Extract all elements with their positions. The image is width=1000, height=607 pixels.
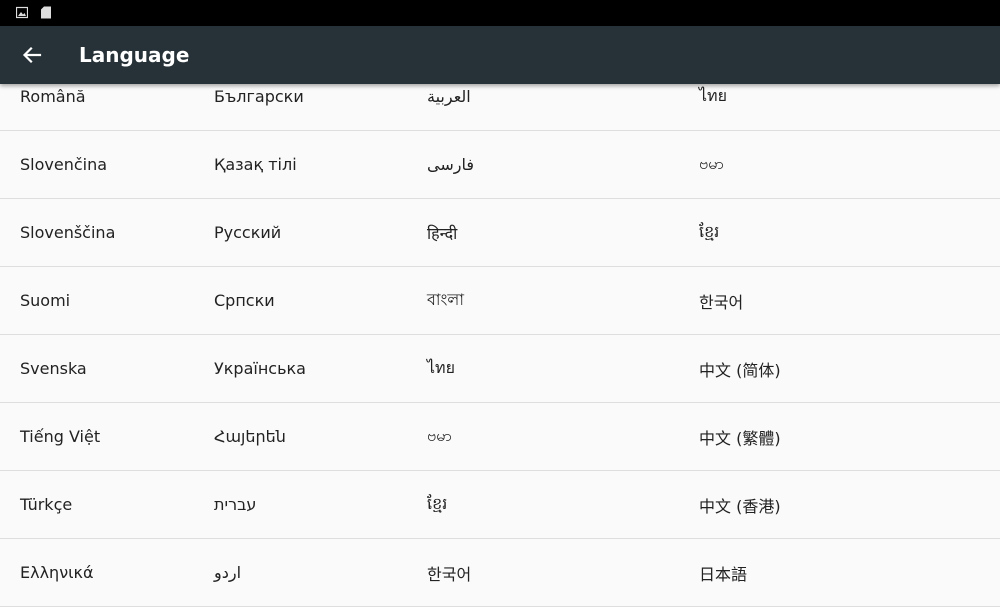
- language-option[interactable]: Türkçe: [20, 471, 200, 538]
- table-row: Svenska Українська ไทย 中文 (简体): [0, 335, 1000, 403]
- image-icon: [16, 6, 28, 19]
- language-option[interactable]: Қазақ тілі: [214, 131, 414, 198]
- language-option[interactable]: 中文 (繁體): [699, 403, 989, 470]
- language-option[interactable]: हिन्दी: [427, 199, 687, 266]
- language-option[interactable]: ខ្មែរ: [699, 199, 989, 266]
- language-option[interactable]: Српски: [214, 267, 414, 334]
- language-option[interactable]: עברית: [214, 471, 414, 538]
- language-option[interactable]: Українська: [214, 335, 414, 402]
- table-row: Ελληνικά اردو 한국어 日本語: [0, 539, 1000, 607]
- table-row: Suomi Српски বাংলা 한국어: [0, 267, 1000, 335]
- language-option[interactable]: 日本語: [699, 539, 989, 606]
- table-row: Slovenčina Қазақ тілі فارسی ဗမာ: [0, 131, 1000, 199]
- back-button[interactable]: [16, 39, 48, 71]
- language-option[interactable]: فارسی: [427, 131, 687, 198]
- language-option[interactable]: Русский: [214, 199, 414, 266]
- language-option[interactable]: Svenska: [20, 335, 200, 402]
- sd-card-icon: [41, 6, 51, 19]
- app-bar: Language: [0, 26, 1000, 84]
- language-option[interactable]: اردو: [214, 539, 414, 606]
- language-option[interactable]: Հայերեն: [214, 403, 414, 470]
- language-option[interactable]: ဗမာ: [699, 131, 989, 198]
- language-option[interactable]: Slovenščina: [20, 199, 200, 266]
- language-option[interactable]: বাংলা: [427, 267, 687, 334]
- page-title: Language: [79, 43, 190, 67]
- language-option[interactable]: Ελληνικά: [20, 539, 200, 606]
- status-bar: [0, 0, 1000, 26]
- language-option[interactable]: ไทย: [427, 335, 687, 402]
- language-option[interactable]: Suomi: [20, 267, 200, 334]
- language-option[interactable]: Tiếng Việt: [20, 403, 200, 470]
- table-row: Tiếng Việt Հայերեն ဗမာ 中文 (繁體): [0, 403, 1000, 471]
- arrow-left-icon: [22, 46, 42, 64]
- language-grid: Română Български العربية ไทย Slovenčina …: [0, 63, 1000, 607]
- language-option[interactable]: 한국어: [427, 539, 687, 606]
- language-option[interactable]: 中文 (香港): [699, 471, 989, 538]
- table-row: Slovenščina Русский हिन्दी ខ្មែរ: [0, 199, 1000, 267]
- language-option[interactable]: ဗမာ: [427, 403, 687, 470]
- language-option[interactable]: 한국어: [699, 267, 989, 334]
- language-option[interactable]: 中文 (简体): [699, 335, 989, 402]
- table-row: Türkçe עברית ខ្មែរ 中文 (香港): [0, 471, 1000, 539]
- language-option[interactable]: Slovenčina: [20, 131, 200, 198]
- language-option[interactable]: ខ្មែរ: [427, 471, 687, 538]
